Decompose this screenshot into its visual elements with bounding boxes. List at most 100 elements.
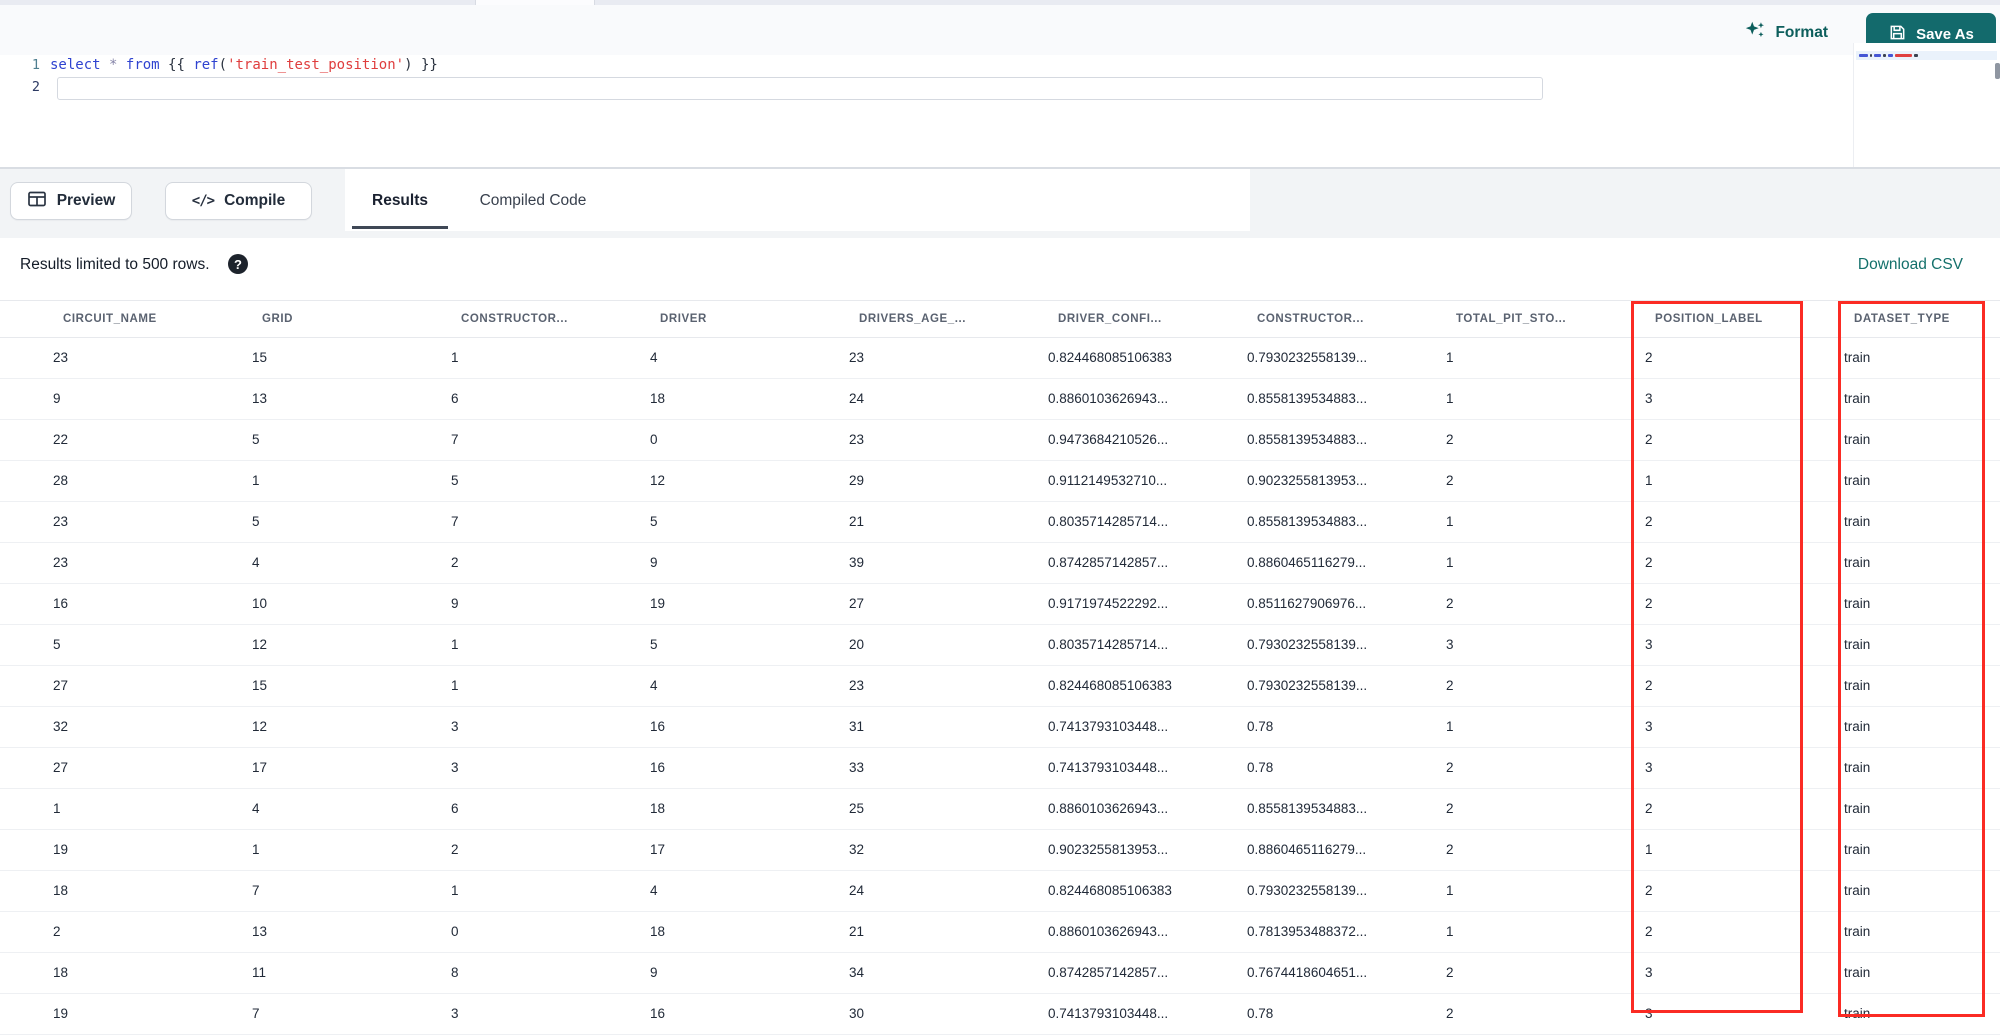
table-cell: 2 [451,842,459,857]
table-cell: 2 [1446,801,1454,816]
table-cell: 0.8860103626943... [1048,924,1169,939]
table-cell: train [1844,965,1871,980]
table-cell: 11 [252,965,267,980]
column-header: DRIVER [660,313,707,325]
table-cell: 2 [1446,965,1454,980]
table-cell: 17 [252,760,268,775]
table-cell: 4 [650,678,658,693]
table-cell: train [1844,924,1871,939]
tab-compiled-code[interactable]: Compiled Code [458,183,608,219]
table-row: 18 11 8 9 34 0.8742857142857... 0.767441860465… [0,953,2000,994]
table-row: 27 17 3 16 33 0.7413793103448... 0.78 2 3 train [0,748,2000,789]
table-cell: 21 [849,924,865,939]
tab-compiled-code-label: Compiled Code [479,192,587,209]
table-cell: 20 [849,637,865,652]
table-cell: 18 [53,883,69,898]
table-cell: 0.8742857142857... [1048,555,1169,570]
table-cell: 0.9473684210526... [1048,432,1169,447]
table-cell: 0.824468085106383 [1048,678,1172,693]
table-cell: 2 [1645,514,1653,529]
code-line-1[interactable]: select * from {{ ref('train_test_positio… [50,55,438,76]
table-cell: 3 [451,760,459,775]
table-cell: 3 [451,1006,459,1021]
preview-button-label: Preview [56,192,116,209]
table-row: 22 5 7 0 23 0.9473684210526... 0.8558139534883… [0,420,2000,461]
results-header-bar: Results limited to 500 rows. ? Download … [0,238,2000,300]
table-cell: 12 [252,637,268,652]
table-cell: 18 [53,965,69,980]
table-cell: 18 [650,391,666,406]
table-cell: 15 [252,350,268,365]
table-cell: 0.8558139534883... [1247,514,1368,529]
table-cell: 32 [849,842,865,857]
table-cell: 4 [252,555,260,570]
table-cell: 1 [1446,555,1454,570]
table-cell: 1 [1645,842,1653,857]
table-cell: 12 [252,719,268,734]
table-cell: 34 [849,965,865,980]
table-cell: 1 [252,473,260,488]
minimap-line [1856,51,1997,60]
table-cell: 2 [1446,1006,1454,1021]
table-cell: 0.8558139534883... [1247,801,1368,816]
table-cell: 1 [451,350,459,365]
preview-button[interactable]: Preview [10,182,132,220]
table-cell: 2 [1446,432,1454,447]
table-cell: train [1844,473,1871,488]
table-cell: 4 [650,350,658,365]
table-cell: 13 [252,924,268,939]
table-cell: 5 [650,514,658,529]
table-row: 23 5 7 5 21 0.8035714285714... 0.8558139534883… [0,502,2000,543]
table-cell: 0.7413793103448... [1048,760,1169,775]
download-csv-link[interactable]: Download CSV [1858,256,1963,274]
table-cell: 0.8860103626943... [1048,391,1169,406]
table-cell: 23 [53,514,69,529]
table-cell: train [1844,678,1871,693]
column-header: TOTAL_PIT_STO... [1456,313,1567,325]
table-cell: 3 [451,719,459,734]
table-cell: 22 [53,432,69,447]
table-cell: 4 [650,883,658,898]
table-cell: 6 [451,801,459,816]
table-cell: 0.9171974522292... [1048,596,1169,611]
sql-editor[interactable]: 1 select * from {{ ref('train_test_posit… [0,43,2000,168]
table-cell: 2 [451,555,459,570]
table-cell: 28 [53,473,69,488]
column-header: CONSTRUCTOR... [461,313,568,325]
table-cell: 0.8035714285714... [1048,514,1169,529]
table-cell: 0.7930232558139... [1247,637,1368,652]
table-row: 5 12 1 5 20 0.8035714285714... 0.7930232558139… [0,625,2000,666]
help-icon[interactable]: ? [228,254,248,274]
table-cell: 2 [1645,596,1653,611]
table-cell: 12 [650,473,666,488]
table-cell: 0.8558139534883... [1247,391,1368,406]
column-header: CONSTRUCTOR... [1257,313,1364,325]
column-header: DATASET_TYPE [1854,313,1950,325]
table-cell: 25 [849,801,865,816]
table-cell: 0.78 [1247,760,1274,775]
table-row: 23 4 2 9 39 0.8742857142857... 0.8860465116279… [0,543,2000,584]
table-cell: 0.824468085106383 [1048,350,1172,365]
table-cell: 2 [1645,432,1653,447]
table-cell: 0.7413793103448... [1048,719,1169,734]
compile-button[interactable]: </> Compile [165,182,312,220]
format-button[interactable]: Format [1744,19,1828,46]
table-row: 18 7 1 4 24 0.824468085106383 0.7930232558139.… [0,871,2000,912]
editor-scrollbar-thumb[interactable] [1995,63,2000,79]
editor-minimap[interactable] [1853,43,2000,168]
results-limit-notice: Results limited to 500 rows. [20,256,210,273]
table-row: 23 15 1 4 23 0.824468085106383 0.7930232558139… [0,338,2000,379]
table-cell: 0.7813953488372... [1247,924,1368,939]
table-cell: 18 [650,924,666,939]
table-cell: train [1844,637,1871,652]
table-cell: 7 [451,432,459,447]
table-cell: 23 [53,350,69,365]
column-header: DRIVER_CONFI... [1058,313,1162,325]
table-cell: 18 [650,801,666,816]
table-cell: 32 [53,719,69,734]
table-cell: 1 [53,801,61,816]
tab-results[interactable]: Results [345,183,455,219]
table-row: 28 1 5 12 29 0.9112149532710... 0.902325581395… [0,461,2000,502]
active-line-cursor-box[interactable] [57,77,1543,100]
table-cell: 27 [849,596,865,611]
